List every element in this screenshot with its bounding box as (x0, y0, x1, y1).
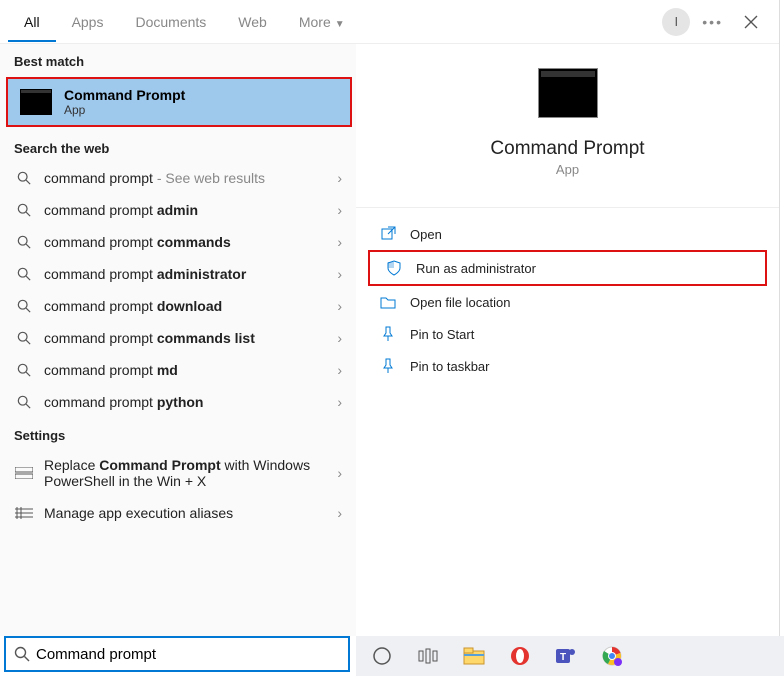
close-icon (744, 15, 758, 29)
pin-icon (378, 326, 398, 342)
web-result[interactable]: command prompt python › (0, 386, 356, 418)
web-result-text: command prompt download (44, 298, 337, 314)
preview-subtitle: App (556, 162, 579, 177)
tab-documents[interactable]: Documents (119, 2, 222, 42)
search-icon (14, 267, 34, 281)
action-label: Pin to Start (410, 327, 474, 342)
chevron-right-icon: › (337, 202, 342, 218)
action-open-file-location[interactable]: Open file location (364, 286, 771, 318)
command-prompt-icon (538, 68, 598, 118)
chevron-right-icon: › (337, 170, 342, 186)
pin-icon (378, 358, 398, 374)
tab-web[interactable]: Web (222, 2, 283, 42)
search-input-container[interactable] (4, 636, 350, 672)
settings-item[interactable]: Manage app execution aliases › (0, 497, 356, 529)
tab-all[interactable]: All (8, 2, 56, 42)
teams-icon[interactable]: T (554, 644, 578, 668)
web-result-text: command prompt python (44, 394, 337, 410)
search-icon (14, 646, 30, 662)
tab-apps[interactable]: Apps (56, 2, 120, 42)
header-tabs: All Apps Documents Web More▼ I ••• (0, 0, 779, 44)
settings-item-text: Manage app execution aliases (44, 505, 337, 521)
results-panel: Best match Command Prompt App Search the… (0, 44, 356, 636)
close-button[interactable] (735, 6, 767, 38)
taskbar: T (356, 636, 784, 676)
avatar[interactable]: I (662, 8, 690, 36)
search-icon (14, 299, 34, 313)
section-settings: Settings (0, 418, 356, 449)
cortana-icon[interactable] (370, 644, 394, 668)
search-icon (14, 331, 34, 345)
best-match-title: Command Prompt (64, 87, 185, 103)
command-prompt-icon (20, 89, 52, 115)
action-label: Pin to taskbar (410, 359, 490, 374)
chevron-right-icon: › (337, 266, 342, 282)
web-result-text: command prompt commands (44, 234, 337, 250)
action-label: Open file location (410, 295, 510, 310)
web-result[interactable]: command prompt - See web results › (0, 162, 356, 194)
web-result-text: command prompt admin (44, 202, 337, 218)
preview-panel: Command Prompt App Open Run as administra… (356, 44, 779, 636)
chevron-right-icon: › (337, 362, 342, 378)
web-result[interactable]: command prompt admin › (0, 194, 356, 226)
web-result[interactable]: command prompt administrator › (0, 258, 356, 290)
settings-item[interactable]: Replace Command Prompt with Windows Powe… (0, 449, 356, 497)
shield-icon (384, 260, 404, 276)
web-result[interactable]: command prompt commands › (0, 226, 356, 258)
search-input[interactable] (36, 646, 340, 663)
search-icon (14, 395, 34, 409)
section-best-match: Best match (0, 44, 356, 75)
opera-icon[interactable] (508, 644, 532, 668)
chrome-icon[interactable] (600, 644, 624, 668)
search-icon (14, 171, 34, 185)
action-run-as-administrator[interactable]: Run as administrator (368, 250, 767, 286)
search-icon (14, 235, 34, 249)
action-pin-to-start[interactable]: Pin to Start (364, 318, 771, 350)
more-options-icon[interactable]: ••• (702, 14, 723, 30)
web-result[interactable]: command prompt download › (0, 290, 356, 322)
chevron-right-icon: › (337, 505, 342, 521)
action-label: Open (410, 227, 442, 242)
web-result-text: command prompt - See web results (44, 170, 337, 186)
settings-item-icon (14, 467, 34, 479)
folder-icon (378, 294, 398, 310)
chevron-right-icon: › (337, 234, 342, 250)
settings-item-icon (14, 507, 34, 519)
best-match-result[interactable]: Command Prompt App (6, 77, 352, 127)
web-result-text: command prompt md (44, 362, 337, 378)
action-label: Run as administrator (416, 261, 536, 276)
chevron-right-icon: › (337, 465, 342, 481)
chevron-right-icon: › (337, 394, 342, 410)
chevron-down-icon: ▼ (335, 19, 345, 30)
best-match-subtitle: App (64, 103, 185, 117)
web-result[interactable]: command prompt commands list › (0, 322, 356, 354)
web-result[interactable]: command prompt md › (0, 354, 356, 386)
search-window: All Apps Documents Web More▼ I ••• Best … (0, 0, 780, 636)
svg-text:T: T (560, 652, 566, 663)
action-pin-to-taskbar[interactable]: Pin to taskbar (364, 350, 771, 382)
section-search-web: Search the web (0, 131, 356, 162)
web-result-text: command prompt commands list (44, 330, 337, 346)
search-icon (14, 363, 34, 377)
actions-list: Open Run as administrator Open file locati… (356, 207, 779, 382)
search-icon (14, 203, 34, 217)
chevron-right-icon: › (337, 330, 342, 346)
action-open[interactable]: Open (364, 218, 771, 250)
file-explorer-icon[interactable] (462, 644, 486, 668)
open-icon (378, 226, 398, 242)
preview-title: Command Prompt (490, 138, 644, 160)
settings-item-text: Replace Command Prompt with Windows Powe… (44, 457, 337, 489)
task-view-icon[interactable] (416, 644, 440, 668)
web-result-text: command prompt administrator (44, 266, 337, 282)
tab-more[interactable]: More▼ (283, 2, 361, 42)
chevron-right-icon: › (337, 298, 342, 314)
